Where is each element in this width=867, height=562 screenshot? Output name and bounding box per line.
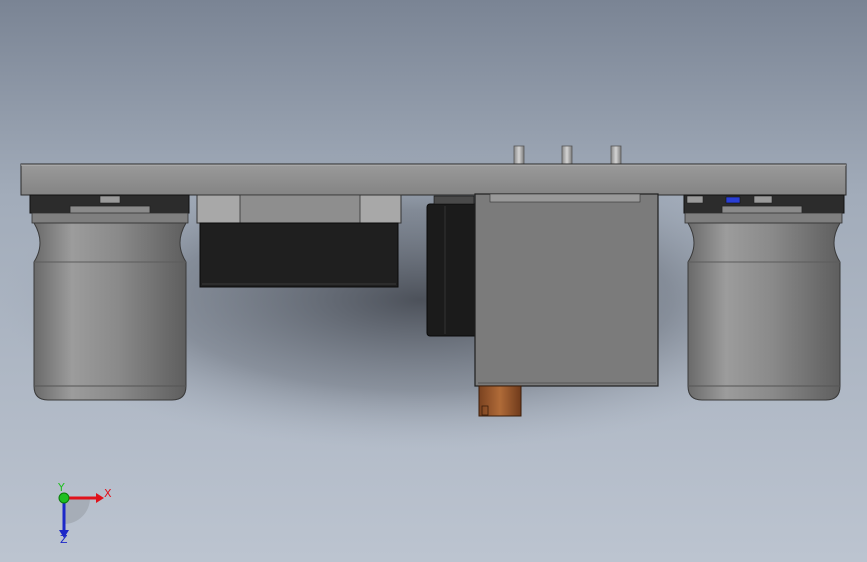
copper-connector[interactable] <box>478 385 522 417</box>
blue-indicator <box>725 196 741 204</box>
left-cylinder[interactable] <box>29 194 190 401</box>
main-housing[interactable] <box>474 193 659 387</box>
side-module[interactable] <box>426 195 480 337</box>
model-view[interactable]: X Y Z <box>0 0 867 562</box>
x-axis-label: X <box>104 487 112 500</box>
graphics-viewport[interactable]: X Y Z <box>0 0 867 562</box>
motor-block[interactable] <box>196 194 402 288</box>
right-cylinder[interactable] <box>683 194 845 401</box>
y-axis-dot <box>58 492 70 504</box>
y-axis-label: Y <box>57 481 65 494</box>
mounting-plate[interactable] <box>20 163 847 196</box>
z-axis-label: Z <box>60 533 68 546</box>
